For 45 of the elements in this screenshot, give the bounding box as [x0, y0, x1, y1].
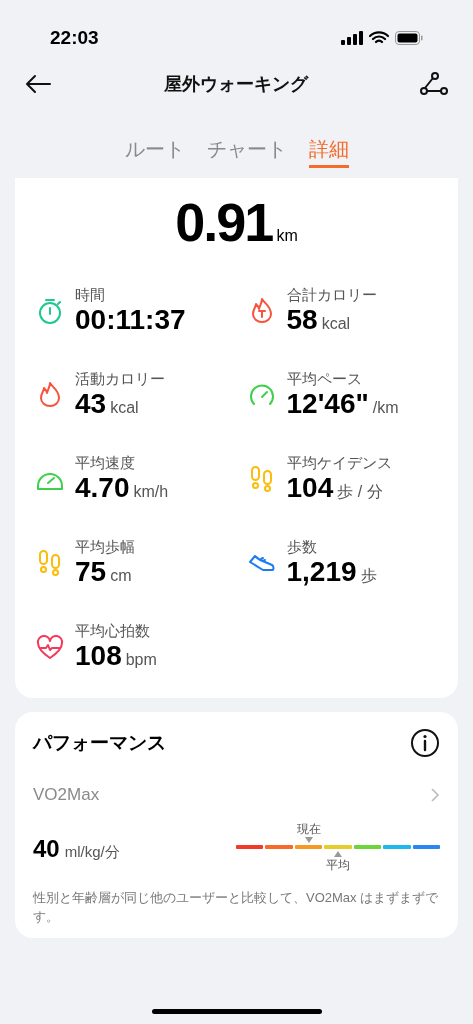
tab[interactable]: ルート	[124, 132, 185, 168]
stat-label: 平均心拍数	[75, 622, 151, 640]
stat-label: 平均ケイデンス	[286, 454, 392, 472]
stat-label: 平均歩幅	[75, 538, 135, 556]
stat-unit: km/h	[133, 482, 169, 502]
status-time: 22:03	[50, 25, 99, 50]
signal-icon	[341, 31, 363, 45]
stat-value: 1,219	[286, 556, 357, 588]
stat-value: 75	[75, 556, 107, 588]
current-label: 現在	[296, 820, 321, 837]
vo2max-value: 40	[33, 833, 60, 864]
comparison-note: 性別と年齢層が同じ他のユーザーと比較して、VO2Max はまずまずです。	[33, 888, 440, 926]
tab[interactable]: 詳細	[308, 132, 349, 168]
average-label: 平均	[325, 856, 350, 873]
stat-label: 時間	[75, 286, 106, 304]
info-button[interactable]	[410, 728, 440, 758]
page-title: 屋外ウォーキング	[163, 72, 308, 96]
stat-label: 歩数	[286, 538, 318, 556]
stat-value: 12'46"	[286, 388, 369, 420]
stat-unit: 歩	[360, 566, 377, 586]
stat-value: 43	[75, 388, 107, 420]
tab[interactable]: チャート	[206, 132, 287, 168]
distance-unit: km	[276, 226, 298, 246]
stat-unit: bpm	[125, 650, 157, 670]
stat-value: 104	[286, 472, 334, 504]
stat-label: 活動カロリー	[75, 370, 165, 388]
stat-unit: 歩 / 分	[337, 482, 383, 502]
section-title: パフォーマンス	[33, 730, 166, 755]
stat-value: 00:11:37	[75, 304, 186, 336]
stat-unit: /km	[372, 398, 399, 418]
stat-value: 4.70	[75, 472, 130, 504]
distance-value: 0.91	[175, 194, 273, 250]
wifi-icon	[369, 31, 389, 45]
vo2max-row[interactable]: VO2Max	[33, 782, 440, 808]
vo2max-unit: ml/kg/分	[64, 841, 120, 862]
stat-unit: cm	[110, 566, 132, 586]
chevron-right-icon	[430, 786, 440, 803]
battery-icon	[395, 31, 423, 45]
stat-label: 合計カロリー	[286, 286, 377, 304]
stat-unit: kcal	[321, 314, 351, 334]
stat-value: 58	[286, 304, 318, 336]
stat-unit: kcal	[110, 398, 139, 418]
stat-label: 平均速度	[75, 454, 136, 472]
stat-value: 108	[75, 640, 122, 672]
stat-label: 平均ペース	[286, 370, 363, 388]
